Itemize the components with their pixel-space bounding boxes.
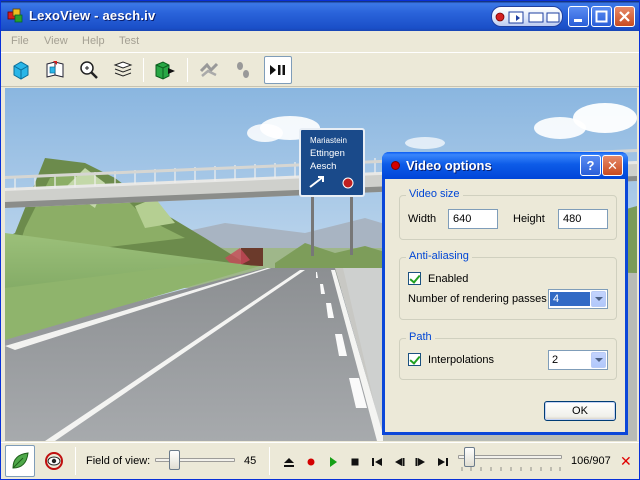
fov-value: 45 [244, 455, 257, 467]
passes-select[interactable]: 4 [548, 289, 608, 309]
frame-slider-ticks [461, 467, 561, 471]
menu-file[interactable]: File [11, 35, 29, 47]
main-window: LexoView - aesch.iv File View Help Test [0, 0, 640, 480]
step-back-icon[interactable] [392, 455, 406, 469]
toolbar-separator [143, 58, 144, 82]
footprints-icon[interactable] [229, 56, 257, 84]
title-extra-buttons[interactable] [491, 6, 563, 27]
dialog-title-bar[interactable]: Video options ? ✕ [382, 152, 628, 179]
video-size-group: Video size Width 640 Height 480 [399, 188, 617, 240]
skip-end-icon[interactable] [436, 455, 450, 469]
toolbar [1, 52, 639, 87]
layers-icon[interactable] [109, 56, 137, 84]
chevron-down-icon[interactable] [591, 291, 606, 307]
eye-icon[interactable] [39, 445, 69, 477]
close-button[interactable] [614, 6, 635, 27]
frame-counter: 106/907 [571, 455, 611, 467]
book-icon[interactable] [41, 56, 69, 84]
toolbar-separator [187, 58, 188, 82]
path-group: Path Interpolations 2 [399, 331, 617, 380]
dialog-title: Video options [406, 158, 492, 173]
enabled-label: Enabled [428, 273, 469, 285]
height-label: Height [513, 213, 545, 225]
status-bar: Field of view: 45 106/907 ✕ [1, 442, 639, 479]
eject-icon[interactable] [282, 455, 296, 469]
ok-button[interactable]: OK [544, 401, 616, 421]
leaf-icon[interactable] [5, 445, 35, 477]
window-title: LexoView - aesch.iv [29, 8, 156, 23]
sign-line-1: Mariastein [310, 136, 347, 145]
anti-aliasing-label: Anti-aliasing [406, 250, 472, 262]
minimize-button[interactable] [568, 6, 589, 27]
frame-slider-thumb[interactable] [464, 447, 476, 467]
height-input[interactable]: 480 [558, 209, 608, 229]
interpolations-value: 2 [552, 354, 559, 366]
width-input[interactable]: 640 [448, 209, 498, 229]
trees-icon[interactable] [195, 56, 223, 84]
chevron-down-icon[interactable] [591, 352, 606, 368]
maximize-button[interactable] [591, 6, 612, 27]
anti-aliasing-group: Anti-aliasing Enabled Number of renderin… [399, 250, 617, 320]
sign-line-3: Aesch [310, 161, 336, 172]
fov-label: Field of view: [86, 455, 151, 467]
stop-icon[interactable] [348, 455, 362, 469]
fov-slider-thumb[interactable] [169, 450, 180, 470]
enabled-checkbox[interactable] [408, 272, 421, 285]
menu-help[interactable]: Help [82, 35, 105, 47]
app-logo-icon [7, 8, 24, 24]
video-options-dialog: Video options ? ✕ Video size Width 640 H… [382, 152, 628, 435]
interpolations-checkbox[interactable] [408, 353, 421, 366]
skip-start-icon[interactable] [370, 455, 384, 469]
passes-label: Number of rendering passes [408, 293, 547, 305]
cube-icon[interactable] [7, 56, 35, 84]
sign-line-2: Ettingen [310, 148, 345, 159]
menu-test[interactable]: Test [119, 35, 139, 47]
help-button[interactable]: ? [580, 155, 601, 176]
zoom-icon[interactable] [75, 56, 103, 84]
interpolations-select[interactable]: 2 [548, 350, 608, 370]
fov-slider-track[interactable] [155, 458, 235, 462]
width-label: Width [408, 213, 437, 225]
status-separator [75, 447, 76, 475]
status-separator [269, 447, 270, 475]
path-label: Path [406, 331, 435, 343]
video-size-label: Video size [406, 188, 463, 200]
record-icon[interactable] [304, 455, 318, 469]
title-bar[interactable]: LexoView - aesch.iv [1, 1, 639, 31]
passes-value: 4 [550, 292, 590, 306]
menu-bar: File View Help Test [1, 31, 639, 51]
play-icon[interactable] [326, 455, 340, 469]
menu-view[interactable]: View [44, 35, 68, 47]
play-pause-icon[interactable] [264, 56, 292, 84]
dialog-icon [391, 161, 400, 170]
interpolations-label: Interpolations [428, 354, 495, 366]
cancel-x-icon[interactable]: ✕ [620, 453, 632, 470]
step-forward-icon[interactable] [414, 455, 428, 469]
dialog-close-button[interactable]: ✕ [602, 155, 623, 176]
green-cube-arrow-icon[interactable] [151, 56, 179, 84]
